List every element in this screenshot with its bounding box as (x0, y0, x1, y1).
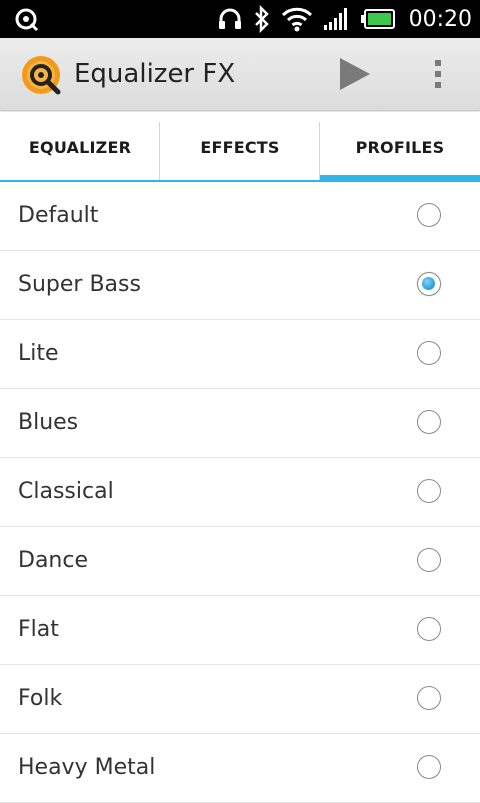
tab-bar: EQUALIZER EFFECTS PROFILES (0, 112, 480, 182)
radio-button[interactable] (417, 755, 441, 779)
app-logo-icon (22, 56, 61, 95)
profile-label: Folk (18, 686, 63, 711)
overflow-menu-icon[interactable] (424, 52, 452, 96)
radio-button[interactable] (417, 617, 441, 641)
radio-dot (422, 277, 435, 290)
battery-icon (360, 9, 395, 29)
status-bar: 00:20 (0, 0, 480, 38)
profile-item-classical[interactable]: Classical (0, 458, 480, 527)
app-title: Equalizer FX (74, 59, 236, 89)
profile-label: Super Bass (18, 272, 141, 297)
profile-item-blues[interactable]: Blues (0, 389, 480, 458)
notification-app-icon (15, 8, 39, 32)
radio-button[interactable] (417, 479, 441, 503)
profile-label: Classical (18, 479, 114, 504)
tab-label: PROFILES (355, 137, 445, 157)
tab-equalizer[interactable]: EQUALIZER (0, 112, 160, 182)
radio-button[interactable] (417, 203, 441, 227)
profile-item-lite[interactable]: Lite (0, 320, 480, 389)
headphones-icon (218, 8, 241, 29)
profile-label: Lite (18, 341, 59, 366)
status-time: 00:20 (408, 6, 472, 32)
profile-item-heavy-metal[interactable]: Heavy Metal (0, 734, 480, 803)
profile-item-default[interactable]: Default (0, 182, 480, 251)
action-bar: Equalizer FX (0, 38, 480, 111)
tab-label: EFFECTS (200, 137, 280, 157)
radio-button-selected[interactable] (417, 272, 441, 296)
radio-button[interactable] (417, 548, 441, 572)
profile-label: Default (18, 203, 99, 228)
tab-underline-active (320, 175, 480, 182)
radio-button[interactable] (417, 341, 441, 365)
profile-label: Blues (18, 410, 79, 435)
tab-profiles[interactable]: PROFILES (320, 112, 480, 182)
profile-label: Heavy Metal (18, 755, 156, 780)
profile-item-dance[interactable]: Dance (0, 527, 480, 596)
radio-button[interactable] (417, 410, 441, 434)
tab-label: EQUALIZER (28, 137, 132, 157)
profile-item-folk[interactable]: Folk (0, 665, 480, 734)
profile-item-super-bass[interactable]: Super Bass (0, 251, 480, 320)
play-icon[interactable] (336, 56, 372, 92)
tab-effects[interactable]: EFFECTS (160, 112, 320, 182)
bluetooth-icon (254, 5, 269, 33)
signal-icon (323, 8, 347, 30)
profile-item-flat[interactable]: Flat (0, 596, 480, 665)
wifi-icon (281, 7, 312, 32)
radio-button[interactable] (417, 686, 441, 710)
profile-label: Dance (18, 548, 88, 573)
profile-label: Flat (18, 617, 59, 642)
profile-list: Default Super Bass Lite Blues Classical … (0, 182, 480, 803)
